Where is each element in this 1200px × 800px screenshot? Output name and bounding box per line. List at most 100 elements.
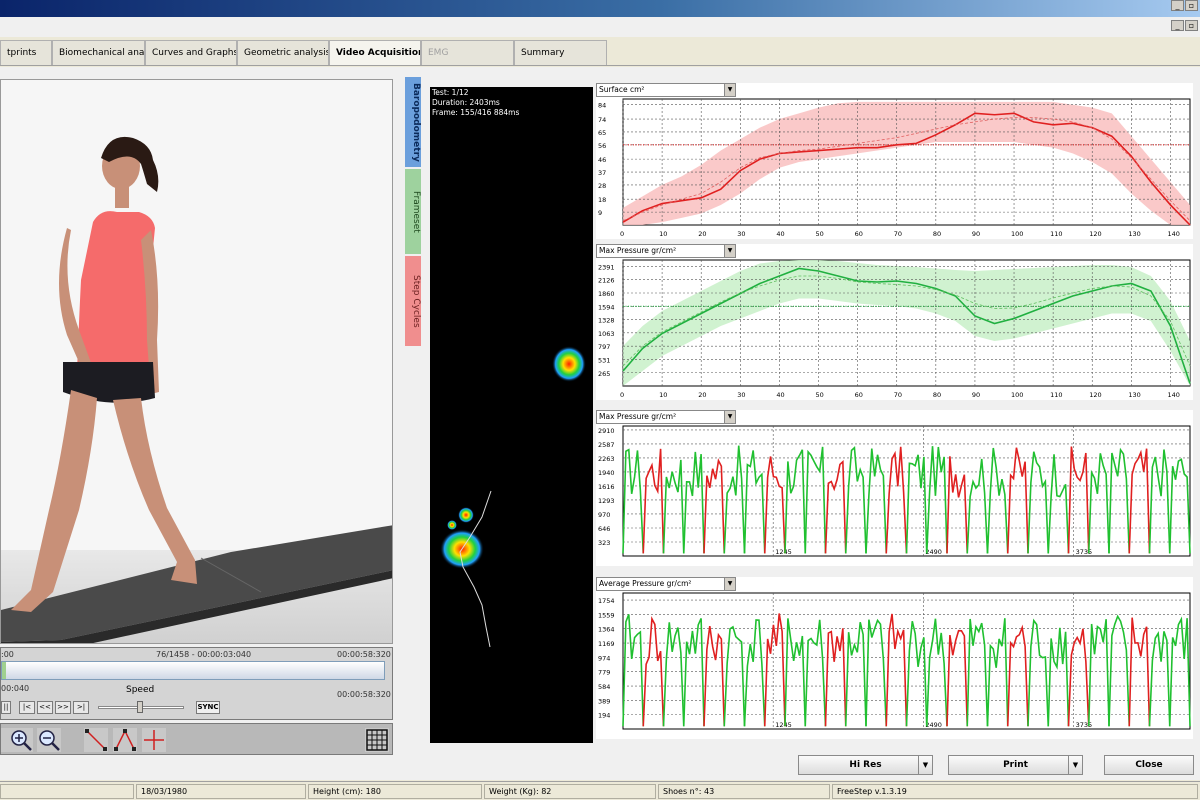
video-viewer[interactable] [0, 79, 393, 644]
minimize-button[interactable]: _ [1171, 0, 1184, 11]
y-tick-label: 18 [598, 196, 606, 204]
y-tick-label: 1293 [598, 497, 615, 505]
dropdown-arrow-icon[interactable]: ▼ [918, 756, 932, 774]
first-frame-button[interactable]: |< [19, 701, 35, 714]
dropdown-arrow-icon[interactable]: ▼ [1068, 756, 1082, 774]
last-frame-button[interactable]: >| [73, 701, 89, 714]
playback-controls: :00 76/1458 - 00:00:03:040 00:00:58:320 … [0, 647, 393, 720]
y-tick-label: 797 [598, 343, 610, 351]
pressure-map-view[interactable]: Test: 1/12 Duration: 2403ms Frame: 155/4… [430, 87, 593, 743]
y-tick-label: 531 [598, 356, 610, 364]
x-tick-label: 10 [659, 391, 667, 399]
y-tick-label: 74 [598, 116, 606, 124]
y-tick-label: 1328 [598, 317, 615, 325]
side-tab-step-cycles[interactable]: Step Cycles [405, 256, 421, 346]
y-tick-label: 2263 [598, 455, 615, 463]
y-tick-label: 1754 [598, 597, 615, 605]
x-tick-label: 110 [1050, 230, 1062, 238]
child-restore-button[interactable]: ▫ [1185, 20, 1198, 31]
y-tick-label: 56 [598, 142, 606, 150]
crosshair-tool-icon[interactable] [142, 728, 166, 752]
forward-button[interactable]: >> [55, 701, 71, 714]
side-tab-frameset[interactable]: Frameset [405, 169, 421, 254]
surface-dropdown-label: Surface cm² [599, 85, 645, 94]
restore-button[interactable]: ▫ [1185, 0, 1198, 11]
y-tick-label: 970 [598, 511, 610, 519]
tab-geometric-analysis[interactable]: Geometric analysis [237, 40, 329, 65]
max-pressure-dropdown[interactable]: Max Pressure gr/cm² ▼ [596, 244, 736, 258]
close-button[interactable]: Close [1104, 755, 1194, 775]
status-dob: 18/03/1980 [136, 784, 306, 799]
surface-dropdown[interactable]: Surface cm² ▼ [596, 83, 736, 97]
status-name [0, 784, 134, 799]
status-bar: 18/03/1980 Height (cm): 180 Weight (Kg):… [0, 781, 1200, 800]
y-tick-label: 1169 [598, 640, 615, 648]
y-tick-label: 1559 [598, 611, 615, 619]
average-pressure-dropdown[interactable]: Average Pressure gr/cm² ▼ [596, 577, 736, 591]
total-time-top: 00:00:58:320 [337, 650, 391, 659]
y-tick-label: 46 [598, 156, 606, 164]
y-tick-label: 1594 [598, 303, 615, 311]
tab-footprints[interactable]: tprints [0, 40, 52, 65]
walking-person-image [1, 80, 392, 643]
side-tab-baropodometry[interactable]: Baropodometry [405, 77, 421, 167]
y-tick-label: 1860 [598, 290, 615, 298]
y-tick-label: 584 [598, 683, 610, 691]
speed-label: Speed [126, 685, 155, 695]
status-shoes: Shoes n°: 43 [658, 784, 830, 799]
y-tick-label: 1364 [598, 626, 615, 634]
y-tick-label: 389 [598, 697, 610, 705]
line-tool-icon[interactable] [84, 728, 108, 752]
zoom-out-icon[interactable] [37, 728, 61, 752]
x-tick-label: 1245 [775, 721, 792, 729]
max-pressure-chart-svg: 265 531 797 1063 1328 1594 1860 2126 2391 0 10 20 30… [598, 259, 1191, 399]
speed-slider[interactable] [98, 701, 184, 713]
max-pressure-timeline-dropdown[interactable]: Max Pressure gr/cm² ▼ [596, 410, 736, 424]
drawing-toolbar [0, 723, 393, 755]
tab-biomechanical-analysis[interactable]: Biomechanical analysis [52, 40, 145, 65]
y-tick-label: 974 [598, 654, 610, 662]
rewind-button[interactable]: << [37, 701, 53, 714]
tab-video-acquisition[interactable]: Video Acquisition [329, 40, 421, 65]
zoom-in-icon[interactable] [9, 728, 33, 752]
angle-tool-icon[interactable] [113, 728, 137, 752]
y-tick-label: 84 [598, 102, 606, 110]
child-minimize-button[interactable]: _ [1171, 20, 1184, 31]
x-tick-label: 90 [972, 230, 980, 238]
y-tick-label: 2587 [598, 441, 615, 449]
tab-curves-and-graphs[interactable]: Curves and Graphs [145, 40, 237, 65]
surface-chart: 9 18 28 37 46 56 65 74 84 0 10 20 30 40 50 60 70 80 90 100 1… [596, 83, 1193, 239]
max-pressure-chart: 265 531 797 1063 1328 1594 1860 2126 2391 0 10 20 30… [596, 244, 1193, 400]
pause-button[interactable]: || [1, 701, 11, 714]
chevron-down-icon: ▼ [724, 578, 735, 590]
x-tick-label: 90 [972, 391, 980, 399]
y-tick-label: 37 [598, 169, 606, 177]
surface-chart-svg: 9 18 28 37 46 56 65 74 84 0 10 20 30 40 50 60 70 80 90 100 1… [598, 98, 1191, 238]
max-pressure-timeline-chart: 323 646 970 1293 1616 1940 2263 2587 2910 1245 249… [596, 410, 1193, 566]
x-tick-label: 80 [933, 391, 941, 399]
print-button[interactable]: Print ▼ [948, 755, 1083, 775]
y-tick-label: 2910 [598, 427, 615, 435]
x-tick-label: 60 [855, 230, 863, 238]
max-pressure-dropdown-label: Max Pressure gr/cm² [599, 246, 677, 255]
x-tick-label: 2490 [925, 548, 942, 556]
y-tick-label: 779 [598, 669, 610, 677]
current-time: 00:040 [1, 684, 30, 693]
chevron-down-icon: ▼ [724, 411, 735, 423]
frame-info: 76/1458 - 00:00:03:040 [156, 650, 252, 659]
y-tick-label: 1063 [598, 330, 615, 338]
speed-slider-thumb[interactable] [137, 701, 143, 713]
tab-summary[interactable]: Summary [514, 40, 607, 65]
timeline-bar[interactable] [1, 661, 385, 680]
content-area: :00 76/1458 - 00:00:03:040 00:00:58:320 … [0, 67, 1200, 780]
x-tick-label: 0 [620, 230, 624, 238]
window-buttons: _ ▫ [1171, 0, 1198, 11]
hi-res-button[interactable]: Hi Res ▼ [798, 755, 933, 775]
x-tick-label: 110 [1050, 391, 1062, 399]
grid-icon[interactable] [365, 728, 389, 752]
average-pressure-chart: 194 389 584 779 974 1169 1364 1559 1754 1245 2490 3… [596, 577, 1193, 739]
sync-button[interactable]: SYNC [196, 701, 220, 714]
x-tick-label: 100 [1011, 230, 1023, 238]
x-tick-label: 120 [1089, 230, 1101, 238]
x-tick-label: 70 [894, 391, 902, 399]
